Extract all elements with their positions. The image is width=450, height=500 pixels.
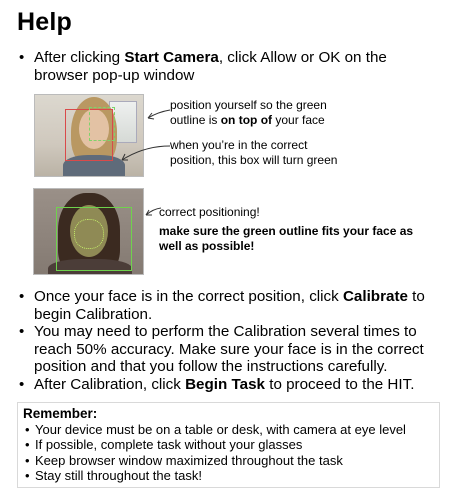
instruction-start-camera: • After clicking Start Camera, click All… (19, 49, 387, 84)
page-title: Help (17, 8, 72, 36)
remember-title: Remember: (23, 406, 98, 421)
note-position-yourself: position yourself so the green outline i… (170, 98, 327, 127)
list-item: Stay still throughout the task! (23, 468, 434, 484)
arrow-icon (121, 145, 171, 161)
note-box-turns-green: when you’re in the correct position, thi… (170, 138, 338, 167)
calibrate-label: Calibrate (342, 288, 408, 305)
list-item: Your device must be on a table or desk, … (23, 422, 434, 438)
remember-list: Your device must be on a table or desk, … (23, 422, 434, 484)
start-camera-label: Start Camera (124, 49, 219, 66)
note-fit-face: make sure the green outline fits your fa… (159, 224, 414, 253)
instruction-begin-task: • After Calibration, click Begin Task to… (19, 376, 415, 393)
green-outline (89, 107, 115, 141)
list-item: If possible, complete task without your … (23, 437, 434, 453)
instruction-accuracy: • You may need to perform the Calibratio… (19, 323, 424, 375)
list-item: Keep browser window maximized throughout… (23, 453, 434, 469)
instruction-calibrate: • Once your face is in the correct posit… (19, 288, 425, 323)
arrow-icon (147, 109, 171, 120)
example-photo-correct (33, 188, 144, 275)
remember-box: Remember: Your device must be on a table… (17, 402, 440, 488)
note-correct-positioning: correct positioning! (159, 205, 260, 219)
begin-task-label: Begin Task (185, 376, 265, 393)
